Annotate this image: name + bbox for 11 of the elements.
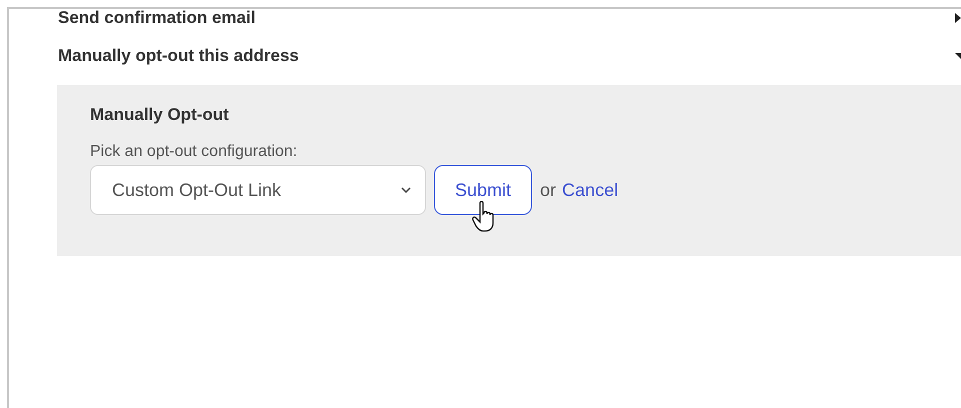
- cancel-link[interactable]: Cancel: [562, 180, 618, 200]
- section-title[interactable]: Manually opt-out this address: [58, 46, 299, 66]
- chevron-down-icon: [401, 187, 411, 193]
- field-label: Pick an opt-out configuration:: [90, 143, 298, 161]
- submit-button[interactable]: Submit: [434, 165, 532, 215]
- panel-heading: Manually Opt-out: [90, 105, 230, 125]
- caret-down-icon[interactable]: [955, 51, 961, 61]
- caret-right-icon[interactable]: [955, 13, 961, 23]
- or-text: or: [540, 180, 556, 200]
- configuration-select[interactable]: Custom Opt-Out Link: [90, 165, 426, 215]
- section-title[interactable]: Send confirmation email: [58, 9, 256, 28]
